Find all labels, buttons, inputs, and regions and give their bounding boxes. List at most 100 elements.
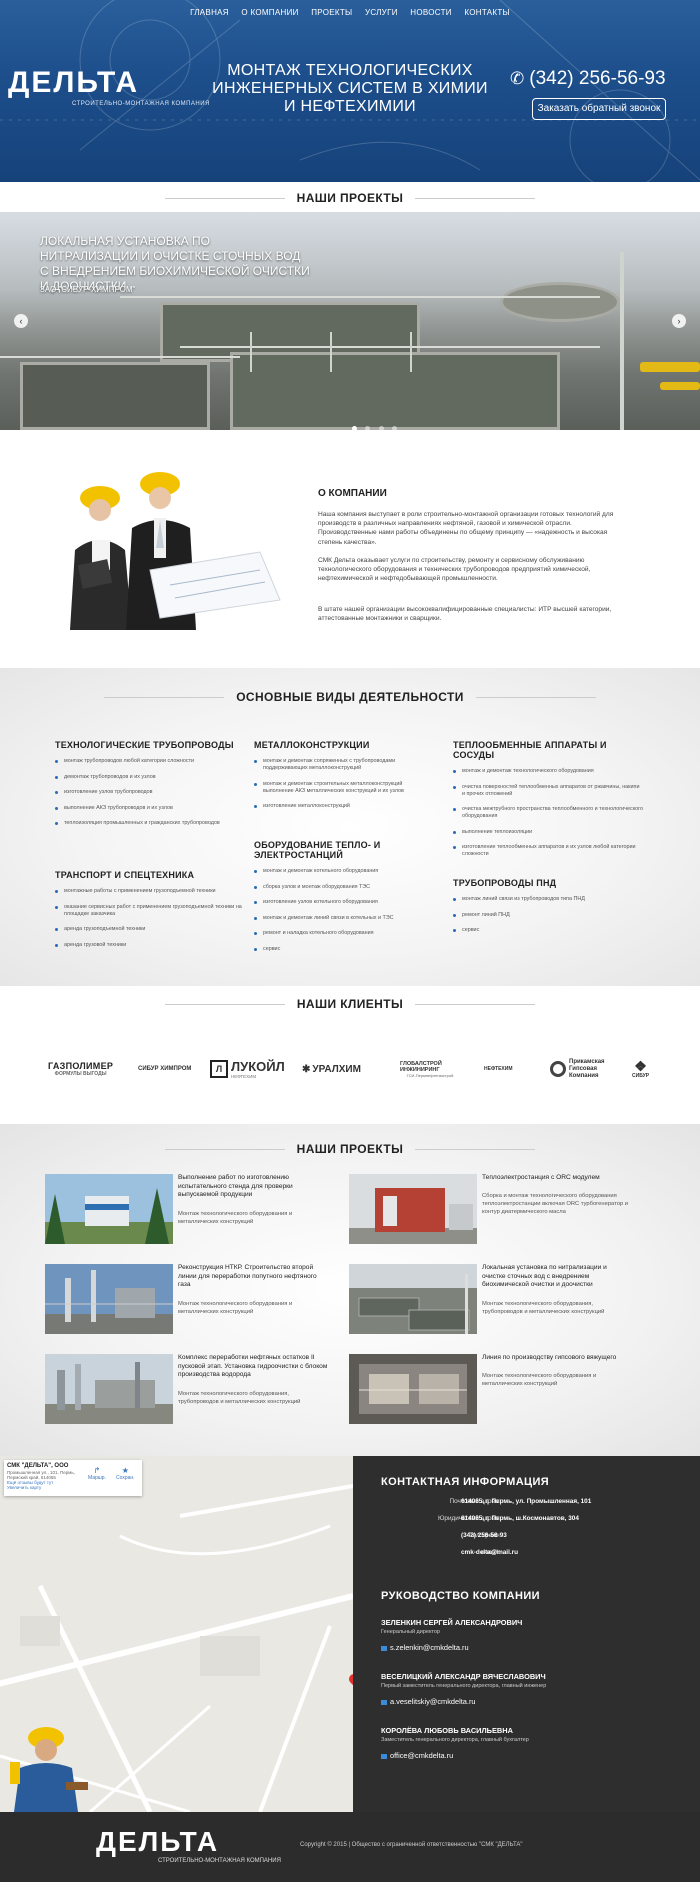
manager-position: Первый заместитель генерального директор…: [381, 1683, 547, 1689]
client-sub: НЕФТЕХИМ: [231, 1074, 257, 1079]
callback-button[interactable]: Заказать обратный звонок: [532, 98, 666, 120]
slider-prev-button[interactable]: ‹: [14, 314, 28, 328]
logo-text: ДЕЛЬТА: [8, 66, 140, 99]
footer-logo-text: ДЕЛЬТА: [96, 1826, 220, 1857]
service-item: монтаж трубопроводов любой категории сло…: [55, 758, 245, 765]
slider-dot[interactable]: [378, 426, 384, 430]
slider-dots: [350, 418, 399, 430]
project-card[interactable]: Комплекс переработки нефтяных остатков I…: [45, 1354, 345, 1424]
client-logo-prikamskaya[interactable]: Прикамская Гипсовая Компания: [550, 1052, 623, 1086]
project-title: Линия по производству гипсового вяжущего: [482, 1354, 617, 1361]
slider-dot[interactable]: [392, 426, 398, 430]
service-group: ОБОРУДОВАНИЕ ТЕПЛО- И ЭЛЕКТРОСТАНЦИЙ мон…: [254, 840, 434, 961]
contact-email[interactable]: cmk-delta@mail.ru: [461, 1549, 518, 1556]
project-description: Монтаж технологического оборудования и м…: [178, 1301, 293, 1315]
service-item: изготовление металлоконструкций: [254, 803, 434, 810]
nav-projects[interactable]: ПРОЕКТЫ: [311, 8, 352, 17]
projects-title: НАШИ ПРОЕКТЫ: [0, 1142, 700, 1156]
manager-email-link[interactable]: a.veselitskiy@cmkdelta.ru: [381, 1697, 546, 1706]
manager-email: a.veselitskiy@cmkdelta.ru: [390, 1697, 476, 1706]
logo[interactable]: ДЕЛЬТА СТРОИТЕЛЬНО-МОНТАЖНАЯ КОМПАНИЯ: [8, 66, 210, 107]
client-logo-lukoil[interactable]: Л ЛУКОЙЛ НЕФТЕХИМ: [210, 1052, 285, 1086]
service-item: очистка межтрубного пространства теплооб…: [453, 806, 643, 820]
slide-yellow-pipe: [640, 362, 700, 372]
service-group: ТЕХНОЛОГИЧЕСКИЕ ТРУБОПРОВОДЫ монтаж труб…: [55, 740, 245, 836]
project-description: Монтаж технологического оборудования, тр…: [178, 1391, 301, 1405]
slide-clarifier: [500, 282, 620, 322]
service-group: МЕТАЛЛОКОНСТРУКЦИИ монтаж и демонтаж соп…: [254, 740, 434, 819]
client-name: УРАЛХИМ: [312, 1063, 361, 1075]
logo-subtitle: СТРОИТЕЛЬНО-МОНТАЖНАЯ КОМПАНИЯ: [72, 101, 210, 107]
map-save-button[interactable]: ★ Сохран.: [116, 1466, 135, 1481]
footer-logo[interactable]: ДЕЛЬТА СТРОИТЕЛЬНО-МОНТАЖНАЯ КОМПАНИЯ: [96, 1826, 281, 1864]
manager-position: Генеральный директор: [381, 1629, 440, 1635]
service-item: монтаж и демонтаж технологического обору…: [453, 768, 643, 775]
project-thumbnail: [45, 1264, 173, 1334]
client-logo-sibur[interactable]: ❖ СИБУР: [632, 1052, 649, 1086]
map-route-button[interactable]: ↱ Маршр.: [88, 1466, 106, 1481]
service-group-title: ОБОРУДОВАНИЕ ТЕПЛО- И ЭЛЕКТРОСТАНЦИЙ: [254, 840, 381, 860]
service-item: монтаж и демонтаж котельного оборудовани…: [254, 868, 434, 875]
client-name: СИБУР ХИМПРОМ: [138, 1066, 192, 1072]
service-item: ремонт и наладка котельного оборудования: [254, 930, 434, 937]
service-group-title: МЕТАЛЛОКОНСТРУКЦИИ: [254, 740, 370, 750]
client-logo-neftehim[interactable]: НЕФТЕХИМ: [484, 1052, 513, 1086]
client-name: ГЛОБАЛСТРОЙ ИНЖИНИРИНГ: [400, 1060, 442, 1073]
nav-home[interactable]: ГЛАВНАЯ: [190, 8, 229, 17]
envelope-icon: [381, 1645, 387, 1651]
project-description: Монтаж технологического оборудования и м…: [482, 1373, 597, 1387]
client-logo-globalstroy[interactable]: ГЛОБАЛСТРОЙ ИНЖИНИРИНГ ГСИ-Пермнефтегазс…: [400, 1052, 460, 1086]
slider-dot[interactable]: [365, 426, 371, 430]
project-title: Комплекс переработки нефтяных остатков I…: [178, 1354, 328, 1378]
slide-rail: [120, 296, 600, 298]
service-group: ТЕПЛООБМЕННЫЕ АППАРАТЫ И СОСУДЫ монтаж и…: [453, 740, 643, 867]
client-sub: ГСИ-Пермнефтегазстрой: [406, 1072, 454, 1078]
service-group-title: ТЕПЛООБМЕННЫЕ АППАРАТЫ И СОСУДЫ: [453, 740, 607, 760]
slide-lamp-post: [620, 252, 624, 430]
service-group-title: ТРУБОПРОВОДЫ ПНД: [453, 878, 557, 888]
slide-rail: [0, 356, 240, 358]
project-card[interactable]: Локальная установка по нитрализации и оч…: [349, 1264, 649, 1334]
footer: ДЕЛЬТА СТРОИТЕЛЬНО-МОНТАЖНАЯ КОМПАНИЯ Co…: [0, 1812, 700, 1882]
slide-tank: [20, 362, 210, 430]
map-card-link[interactable]: Увеличить карту: [7, 1485, 139, 1490]
service-group-title: ТРАНСПОРТ И СПЕЦТЕХНИКА: [55, 870, 195, 880]
slider-dot[interactable]: [352, 426, 357, 430]
nav-services[interactable]: УСЛУГИ: [365, 8, 398, 17]
manager-email-link[interactable]: office@cmkdelta.ru: [381, 1751, 529, 1760]
client-logo-sibur-himprom[interactable]: СИБУР ХИМПРОМ: [138, 1052, 191, 1086]
project-description: Сборка и монтаж технологического оборудо…: [482, 1193, 629, 1215]
project-card[interactable]: Выполнение работ по изготовлению испытат…: [45, 1174, 345, 1244]
contacts-title: КОНТАКТНАЯ ИНФОРМАЦИЯ: [381, 1476, 550, 1488]
slider-next-button[interactable]: ›: [672, 314, 686, 328]
main-nav: ГЛАВНАЯ О КОМПАНИИ ПРОЕКТЫ УСЛУГИ НОВОСТ…: [0, 8, 700, 17]
location-map[interactable]: СМК "ДЕЛЬТА", ООО Промышленная ул., 101,…: [0, 1456, 353, 1812]
project-card[interactable]: Линия по производству гипсового вяжущего…: [349, 1354, 649, 1424]
service-item: теплоизоляция промышленных и гражданских…: [55, 820, 245, 827]
manager-email-link[interactable]: s.zelenkin@cmkdelta.ru: [381, 1643, 522, 1652]
header-tagline: МОНТАЖ ТЕХНОЛОГИЧЕСКИХ ИНЖЕНЕРНЫХ СИСТЕМ…: [212, 62, 488, 115]
nav-contacts[interactable]: КОНТАКТЫ: [464, 8, 510, 17]
about-paragraph: В штате нашей организации высококвалифиц…: [318, 606, 612, 623]
worker-image: [10, 1727, 88, 1812]
nav-about[interactable]: О КОМПАНИИ: [241, 8, 298, 17]
lukoil-icon: Л: [210, 1060, 228, 1078]
client-logo-uralchem[interactable]: ✱ УРАЛХИМ: [302, 1052, 361, 1086]
contacts-panel: КОНТАКТНАЯ ИНФОРМАЦИЯ Почтовый адрес: 61…: [353, 1456, 700, 1812]
map-route-label: Маршр.: [88, 1475, 106, 1481]
project-title: Локальная установка по нитрализации и оч…: [482, 1264, 607, 1288]
slide-post: [250, 332, 252, 372]
client-sub: ФОРМУЛЫ ВЫГОДЫ: [54, 1071, 107, 1077]
project-title: Теплоэлектростанция с ORC модулем: [482, 1174, 600, 1181]
nav-news[interactable]: НОВОСТИ: [410, 8, 452, 17]
project-card[interactable]: Реконструкция НТКР. Строительство второй…: [45, 1264, 345, 1334]
slide-company: ЗАО "СИБУР-ХИМПРОМ": [40, 285, 136, 294]
client-name: ГАЗПОЛИМЕР: [48, 1061, 114, 1071]
service-group: ТРАНСПОРТ И СПЕЦТЕХНИКА монтажные работы…: [55, 870, 245, 957]
manager-name: КОРОЛЁВА ЛЮБОВЬ ВАСИЛЬЕВНА: [381, 1726, 513, 1735]
client-logo-gazpolimer[interactable]: ГАЗПОЛИМЕР ФОРМУЛЫ ВЫГОДЫ: [48, 1052, 113, 1086]
clients-title: НАШИ КЛИЕНТЫ: [0, 997, 700, 1011]
project-card[interactable]: Теплоэлектростанция с ORC модулем Сборка…: [349, 1174, 649, 1244]
service-item: монтаж и демонтаж сопряженных с трубопро…: [254, 758, 434, 772]
manager-card: ВЕСЕЛИЦКИЙ АЛЕКСАНДР ВЯЧЕСЛАВОВИЧ Первый…: [381, 1672, 546, 1706]
